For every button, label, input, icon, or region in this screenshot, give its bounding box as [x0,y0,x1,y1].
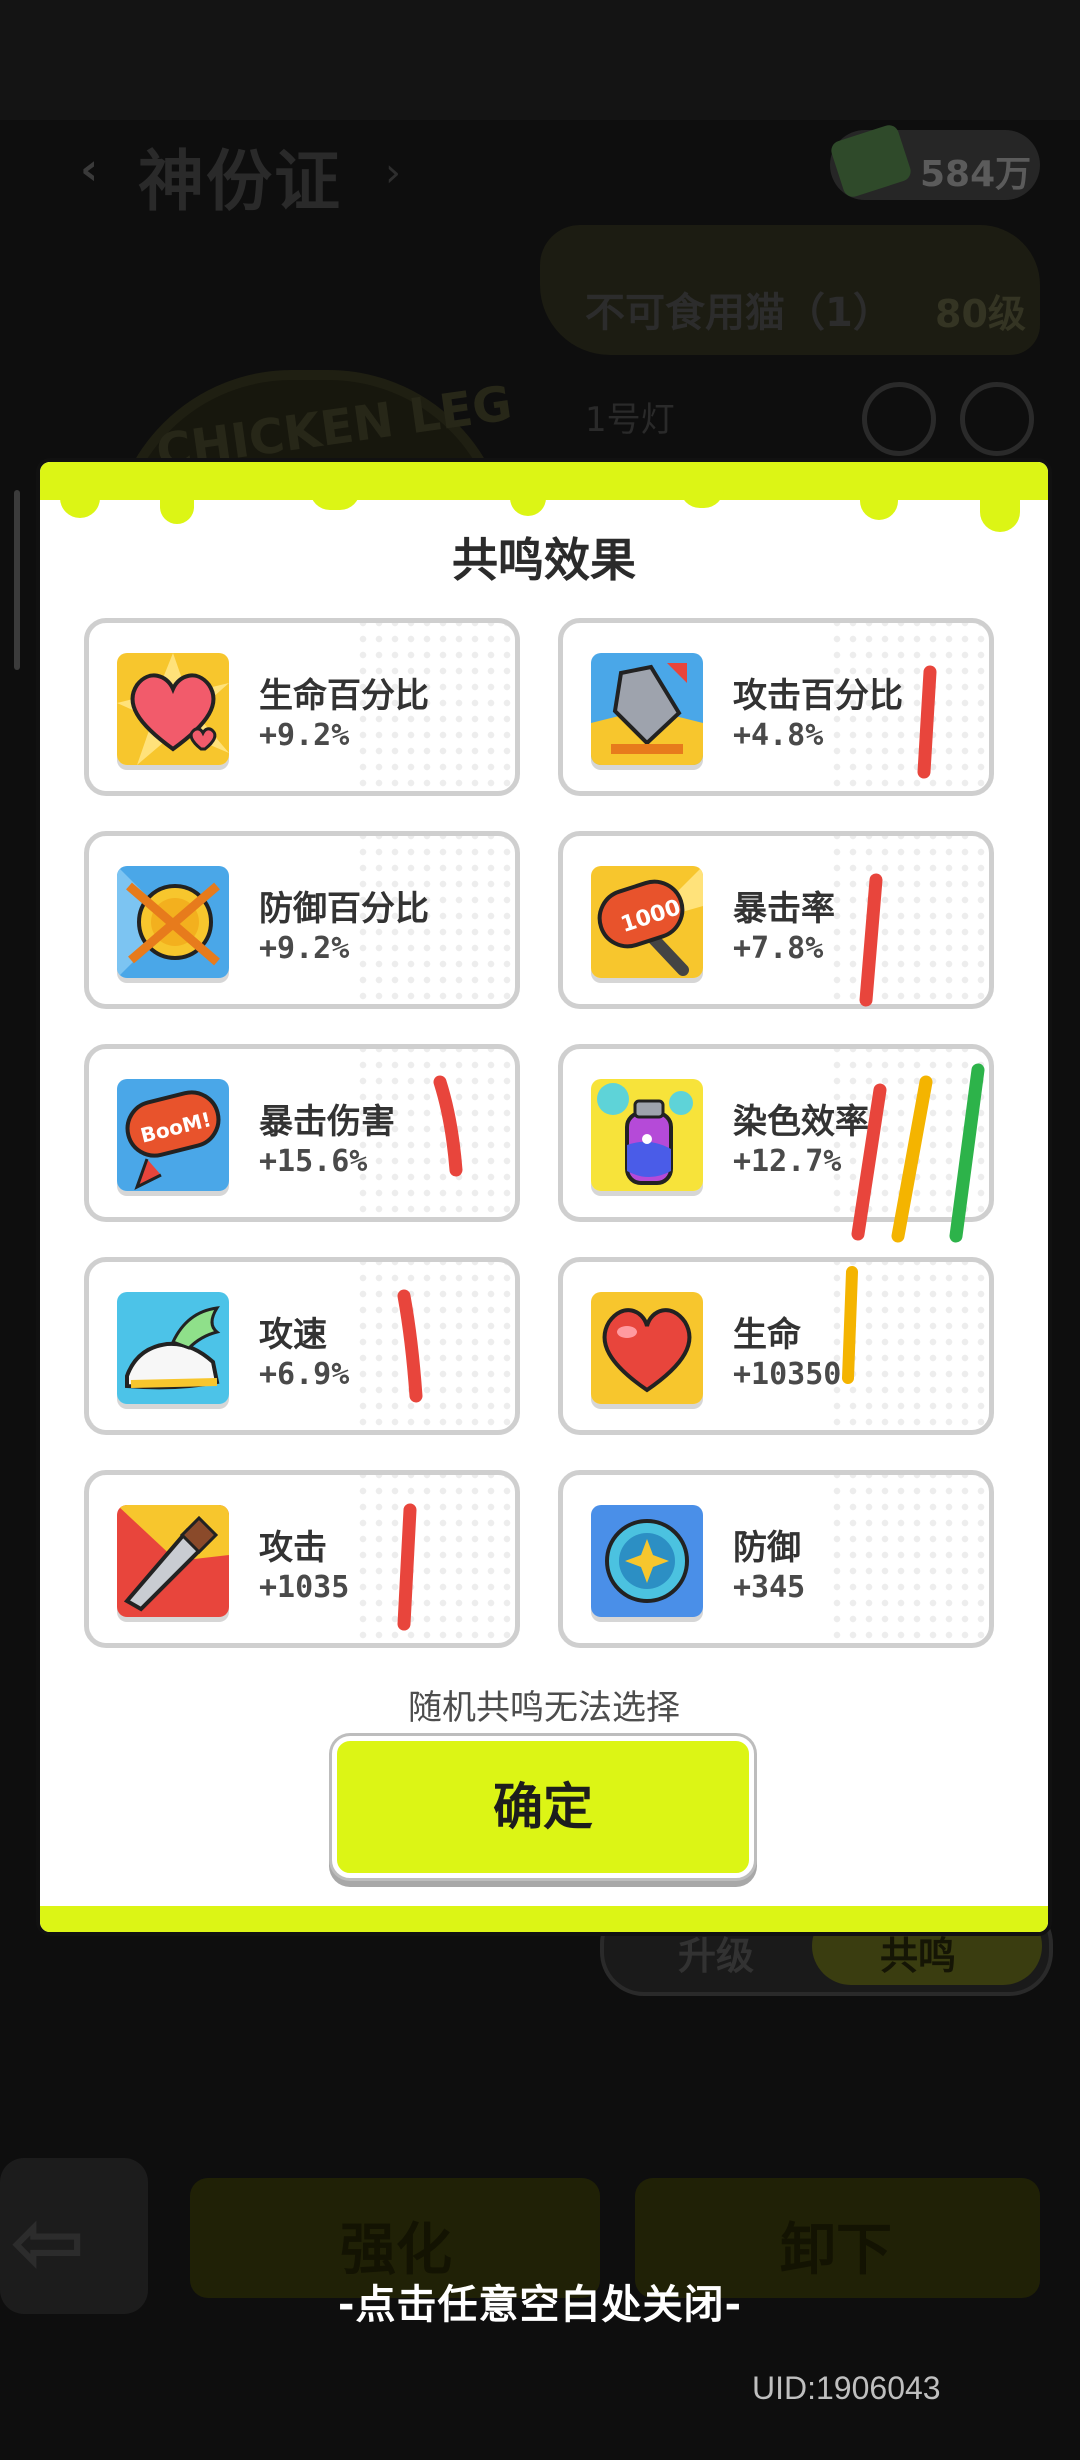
effect-name: 暴击伤害 [259,1102,395,1142]
title-arrow-icon: › [385,150,401,196]
drip-decoration [310,488,360,510]
shield-coin-icon [117,866,229,978]
user-id: UID:1906043 [752,2370,941,2406]
effect-card: 攻击百分比 +4.8% [558,618,994,796]
star-shield-icon [591,1505,703,1617]
boom-hammer-icon: BooM! [117,1079,229,1191]
effect-card: 攻速 +6.9% [84,1257,520,1435]
item-level: 80级 [935,292,1026,336]
tap-to-close-hint[interactable]: -点击任意空白处关闭- [0,2272,1080,2330]
effect-card: 1000 暴击率 +7.8% [558,831,994,1009]
heart-percent-icon [117,653,229,765]
effect-value: +10350 [733,1357,842,1392]
effect-name: 防御 [733,1528,801,1568]
share-icon [960,382,1034,456]
drip-decoration [860,488,898,520]
effect-value: +345 [733,1570,806,1605]
dialog-title: 共鸣效果 [452,533,636,587]
sword-percent-icon [591,653,703,765]
random-resonance-note: 随机共鸣无法选择 [408,1688,680,1728]
item-grade: 1号灯 [585,400,675,440]
effect-value: +12.7% [733,1144,842,1179]
confirm-button[interactable]: 确定 [332,1736,754,1878]
effect-name: 暴击率 [733,889,835,929]
effect-name: 生命百分比 [259,676,429,716]
item-name: 不可食用猫（1） [585,290,893,336]
effect-value: +9.2% [259,931,350,966]
page-title: 神份证 [138,143,342,220]
drip-decoration [160,488,194,524]
effect-name: 攻击百分比 [733,676,903,716]
back-chevron-icon: ‹ [80,144,99,195]
currency-amount: 584万 [920,154,1032,195]
effect-value: +15.6% [259,1144,368,1179]
effect-card: 攻击 +1035 [84,1470,520,1648]
effect-value: +1035 [259,1570,350,1605]
effect-name: 防御百分比 [259,889,429,929]
effect-value: +7.8% [733,931,824,966]
effect-name: 攻速 [259,1315,327,1355]
effect-card: 生命百分比 +9.2% [84,618,520,796]
drip-decoration [510,488,546,516]
effect-name: 生命 [733,1315,801,1355]
effect-card: 生命 +10350 [558,1257,994,1435]
dialog-bottom-band [40,1906,1048,1932]
effect-value: +4.8% [733,718,824,753]
hammer-1000-icon: 1000 [591,866,703,978]
effect-card: 防御百分比 +9.2% [84,831,520,1009]
drip-decoration [60,488,100,518]
effect-card: 染色效率 +12.7% [558,1044,994,1222]
lock-icon [862,382,936,456]
effect-value: +6.9% [259,1357,350,1392]
effect-name: 染色效率 [733,1102,869,1142]
sword-icon [117,1505,229,1617]
heart-icon [591,1292,703,1404]
scroll-indicator [14,490,20,670]
effect-card: BooM! 暴击伤害 +15.6% [84,1044,520,1222]
effect-card: 防御 +345 [558,1470,994,1648]
drip-decoration [680,488,724,508]
effect-value: +9.2% [259,718,350,753]
status-bar-area [0,0,1080,120]
winged-shoe-icon [117,1292,229,1404]
resonance-effect-dialog: 共鸣效果 生命百分比 +9.2% 攻击百分比 +4.8% 防御百分比 +9.2%… [36,458,1052,1936]
spray-can-icon [591,1079,703,1191]
effect-name: 攻击 [259,1528,327,1568]
